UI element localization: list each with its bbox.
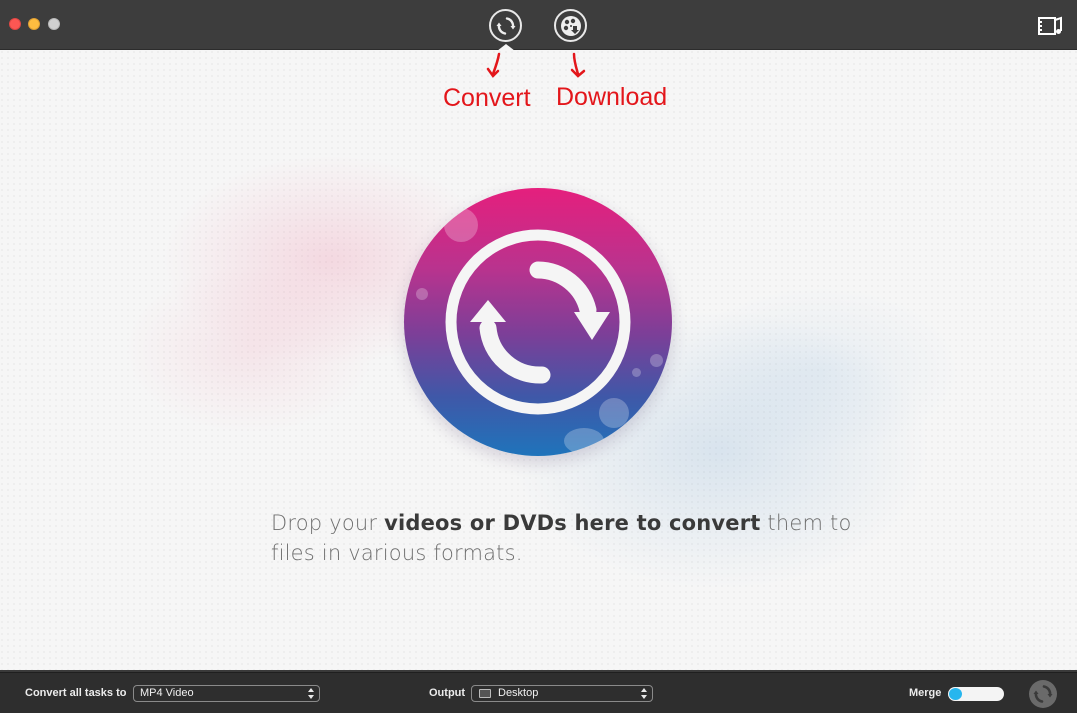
title-bar — [0, 0, 1077, 51]
annotation-convert-label: Convert — [443, 84, 531, 112]
updown-chevron-icon — [641, 688, 647, 699]
film-music-icon — [1038, 16, 1062, 35]
updown-chevron-icon — [308, 688, 314, 699]
add-media-button[interactable] — [404, 188, 672, 456]
annotation-arrow-download — [570, 52, 586, 78]
convert-arrows-icon — [496, 16, 515, 35]
convert-all-button[interactable] — [1029, 680, 1057, 708]
annotation-download-label: Download — [556, 83, 668, 111]
convert-arrows-icon — [445, 229, 631, 415]
bottom-bar: Convert all tasks to MP4 Video Output De… — [0, 672, 1077, 713]
merge-toggle[interactable] — [948, 687, 1004, 701]
download-mode-button[interactable] — [554, 9, 587, 42]
toolbox-button[interactable] — [1035, 14, 1065, 38]
convert-arrows-icon — [1033, 685, 1053, 703]
output-format-select[interactable]: MP4 Video — [133, 685, 320, 702]
annotation-arrow-convert — [486, 52, 501, 78]
convert-all-label: Convert all tasks to — [25, 687, 127, 699]
window-minimize-button[interactable] — [28, 18, 40, 30]
drop-hint-text: Drop your videos or DVDs here to convert… — [271, 511, 852, 565]
toggle-knob — [949, 688, 962, 700]
folder-icon — [479, 689, 491, 698]
output-format-value: MP4 Video — [140, 687, 194, 699]
output-label: Output — [429, 687, 466, 699]
window-close-button[interactable] — [9, 18, 21, 30]
merge-label: Merge — [909, 687, 942, 699]
window-zoom-button[interactable] — [48, 18, 60, 30]
convert-mode-button[interactable] — [489, 9, 522, 42]
film-reel-download-icon — [560, 15, 581, 36]
drop-zone[interactable]: Convert Download Drop your videos or DVD… — [0, 50, 1077, 670]
output-folder-value: Desktop — [498, 687, 539, 699]
output-folder-select[interactable]: Desktop — [471, 685, 653, 702]
